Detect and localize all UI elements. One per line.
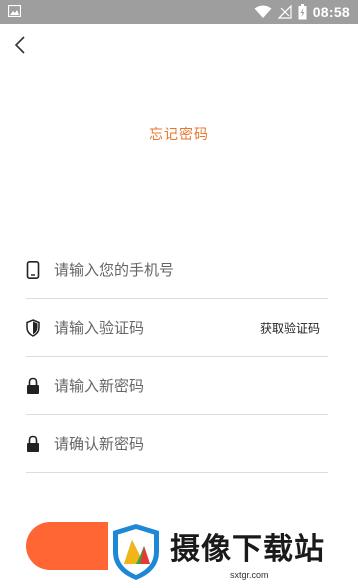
lock-icon [27,377,39,394]
status-time: 08:58 [312,4,350,20]
watermark-text: 摄像下载站 [170,532,325,567]
phone-row [26,241,328,299]
new-password-row [26,357,328,415]
watermark-url: sxtgr.com [230,570,269,580]
watermark-logo [113,524,159,580]
confirm-password-input[interactable] [54,415,254,472]
confirm-password-row [26,415,328,473]
gallery-icon [8,5,21,17]
phone-input[interactable] [54,241,254,298]
verification-code-input[interactable] [54,299,254,356]
lock-icon [27,435,39,452]
signal-icon [277,5,292,19]
page-title: 忘记密码 [149,127,209,143]
shield-icon [26,318,40,337]
phone-icon [26,260,40,279]
new-password-input[interactable] [54,357,254,414]
chevron-left-icon [14,36,25,54]
back-button[interactable] [10,34,32,56]
watermark: 摄像下载站 sxtgr.com [108,518,358,587]
battery-icon [298,4,307,20]
code-row: 获取验证码 [26,299,328,357]
status-bar: 08:58 [0,0,358,24]
get-code-button[interactable]: 获取验证码 [260,319,320,336]
wifi-icon [254,5,272,18]
